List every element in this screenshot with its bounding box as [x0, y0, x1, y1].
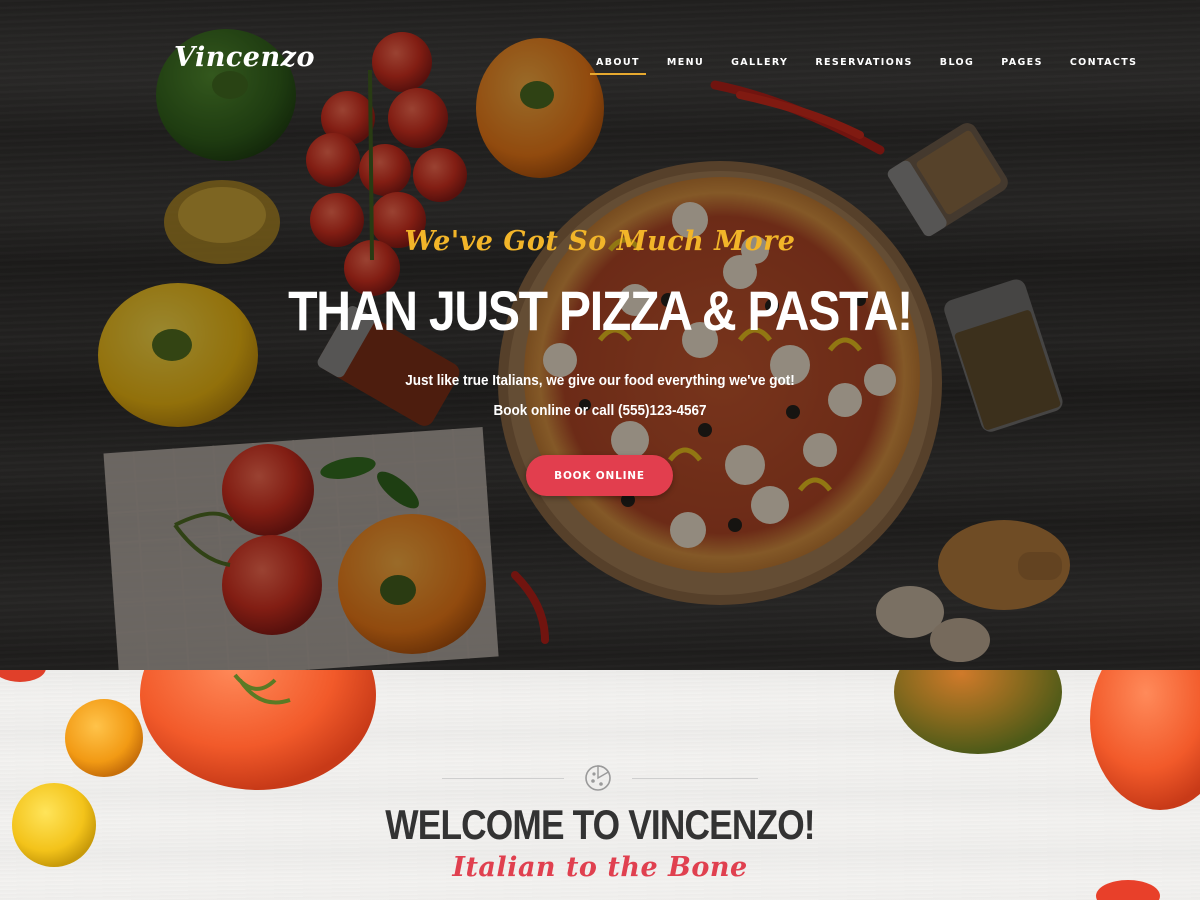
- site-logo[interactable]: Vincenzo: [174, 42, 315, 73]
- hero-script-heading: We've Got So Much More: [404, 226, 796, 257]
- book-online-button[interactable]: BOOK ONLINE: [526, 455, 673, 496]
- nav-item-pages[interactable]: PAGES: [1001, 57, 1043, 68]
- welcome-section: WELCOME TO VINCENZO! Italian to the Bone: [0, 670, 1200, 900]
- hero-subtitle-line2: Book online or call (555)123-4567: [493, 402, 707, 419]
- welcome-script-subtitle: Italian to the Bone: [452, 852, 748, 883]
- divider-line-right: [632, 778, 758, 779]
- nav-item-contacts[interactable]: CONTACTS: [1070, 57, 1138, 68]
- nav-item-about[interactable]: ABOUT: [590, 57, 646, 75]
- hero-title: THAN JUST PIZZA & PASTA!: [288, 279, 913, 342]
- nav-item-menu[interactable]: MENU: [667, 57, 704, 68]
- hero-section: Vincenzo ABOUT MENU GALLERY RESERVATIONS…: [0, 0, 1200, 670]
- nav-item-blog[interactable]: BLOG: [940, 57, 974, 68]
- main-nav: ABOUT MENU GALLERY RESERVATIONS BLOG PAG…: [590, 57, 1164, 75]
- hero-subtitle-line1: Just like true Italians, we give our foo…: [405, 372, 795, 389]
- nav-item-gallery[interactable]: GALLERY: [731, 57, 788, 68]
- nav-item-reservations[interactable]: RESERVATIONS: [815, 57, 912, 68]
- welcome-title: WELCOME TO VINCENZO!: [385, 801, 815, 848]
- pizza-slice-icon: [585, 765, 611, 791]
- divider-line-left: [442, 778, 564, 779]
